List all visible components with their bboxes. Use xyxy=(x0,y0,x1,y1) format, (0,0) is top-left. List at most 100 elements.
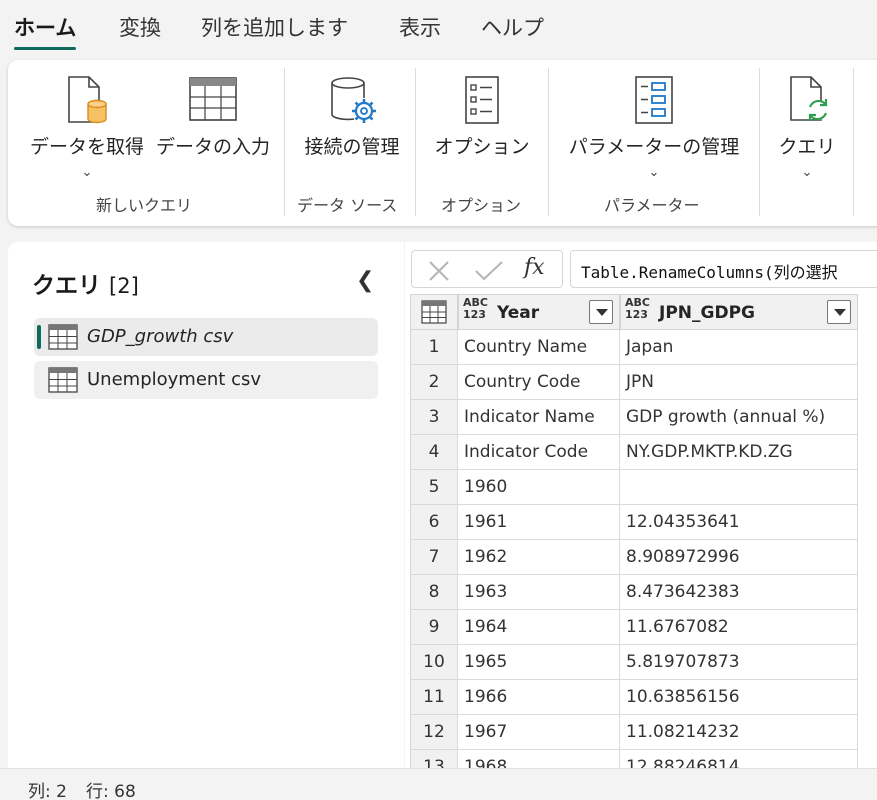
cell-jpn-gdpg[interactable]: 10.63856156 xyxy=(620,680,858,715)
row-number[interactable]: 2 xyxy=(410,365,458,400)
cell-jpn-gdpg[interactable]: 8.908972996 xyxy=(620,540,858,575)
column-header-label: Year xyxy=(497,303,540,323)
select-all-corner[interactable] xyxy=(410,294,458,330)
group-parameters: パラメーター xyxy=(604,196,700,215)
get-data-button[interactable]: データを取得 ⌄ xyxy=(22,74,152,180)
fx-icon[interactable]: fx xyxy=(524,255,545,280)
query-button[interactable]: クエリ ⌄ xyxy=(768,74,846,180)
cell-year[interactable]: 1966 xyxy=(458,680,620,715)
query-item-label: GDP_growth csv xyxy=(87,326,234,347)
options-button[interactable]: オプション xyxy=(426,74,538,159)
query-item-unemployment[interactable]: Unemployment csv xyxy=(34,361,378,399)
row-number[interactable]: 9 xyxy=(410,610,458,645)
cell-jpn-gdpg[interactable]: NY.GDP.MKTP.KD.ZG xyxy=(620,435,858,470)
cell-jpn-gdpg[interactable]: 12.88246814 xyxy=(620,750,858,768)
row-number[interactable]: 7 xyxy=(410,540,458,575)
type-badge-bottom: 123 xyxy=(625,308,648,321)
refresh-document-icon xyxy=(790,76,828,121)
row-number[interactable]: 11 xyxy=(410,680,458,715)
row-number[interactable]: 10 xyxy=(410,645,458,680)
manage-parameters-label: パラメーターの管理 xyxy=(568,136,740,158)
cancel-icon[interactable] xyxy=(428,260,450,282)
cell-year[interactable]: 1963 xyxy=(458,575,620,610)
column-header-year[interactable]: ABC 123 Year xyxy=(458,294,620,330)
chevron-down-icon[interactable]: ⌄ xyxy=(22,165,152,180)
collapse-pane-icon[interactable]: ❮ xyxy=(356,268,374,293)
row-number[interactable]: 13 xyxy=(410,750,458,768)
table-icon xyxy=(48,367,78,393)
type-any-icon[interactable]: ABC 123 xyxy=(625,297,650,321)
tab-add-column[interactable]: 列を追加します xyxy=(201,12,348,42)
query-label: クエリ xyxy=(778,136,836,158)
chevron-down-icon[interactable]: ⌄ xyxy=(558,165,750,180)
column-header-label: JPN_GDPG xyxy=(659,303,755,323)
database-gear-icon xyxy=(331,77,376,123)
cell-year[interactable]: Indicator Code xyxy=(458,435,620,470)
enter-data-label: データの入力 xyxy=(155,136,270,158)
ribbon-separator xyxy=(415,68,416,216)
cell-jpn-gdpg[interactable]: GDP growth (annual %) xyxy=(620,400,858,435)
get-data-icon xyxy=(68,76,107,124)
cell-jpn-gdpg[interactable]: JPN xyxy=(620,365,858,400)
column-filter-dropdown[interactable] xyxy=(589,300,613,324)
status-bar: 列: 2 行: 68 xyxy=(0,768,877,800)
row-number[interactable]: 4 xyxy=(410,435,458,470)
ribbon-separator xyxy=(759,68,760,216)
cell-year[interactable]: 1964 xyxy=(458,610,620,645)
row-number[interactable]: 5 xyxy=(410,470,458,505)
tab-transform[interactable]: 変換 xyxy=(119,12,161,42)
formula-buttons: fx xyxy=(411,250,563,288)
status-row-count: 行: 68 xyxy=(86,782,136,800)
queries-pane: クエリ [2] ❮ GDP_growth csv Unemployment cs… xyxy=(8,242,404,768)
row-number[interactable]: 6 xyxy=(410,505,458,540)
manage-parameters-button[interactable]: パラメーターの管理 ⌄ xyxy=(558,74,750,180)
cell-jpn-gdpg[interactable]: 11.08214232 xyxy=(620,715,858,750)
cell-year[interactable]: 1962 xyxy=(458,540,620,575)
cell-jpn-gdpg[interactable]: 5.819707873 xyxy=(620,645,858,680)
formula-input[interactable]: Table.RenameColumns(列の選択 xyxy=(570,250,877,288)
type-any-icon[interactable]: ABC 123 xyxy=(463,297,488,321)
cell-jpn-gdpg[interactable]: 8.473642383 xyxy=(620,575,858,610)
tab-home[interactable]: ホーム xyxy=(14,12,77,50)
cell-year[interactable]: Indicator Name xyxy=(458,400,620,435)
ribbon-separator xyxy=(548,68,549,216)
manage-connections-label: 接続の管理 xyxy=(304,136,400,158)
group-data-source: データ ソース xyxy=(297,196,398,215)
cell-jpn-gdpg[interactable]: Japan xyxy=(620,330,858,365)
row-number[interactable]: 1 xyxy=(410,330,458,365)
cell-year[interactable]: 1968 xyxy=(458,750,620,768)
ribbon-separator xyxy=(853,68,854,216)
selected-indicator xyxy=(37,325,41,349)
cell-year[interactable]: 1967 xyxy=(458,715,620,750)
column-header-jpn-gdpg[interactable]: ABC 123 JPN_GDPG xyxy=(620,294,858,330)
cell-jpn-gdpg[interactable]: 12.04353641 xyxy=(620,505,858,540)
queries-count: [2] xyxy=(109,274,139,298)
group-new-query: 新しいクエリ xyxy=(96,196,193,215)
data-pane: fx Table.RenameColumns(列の選択 ABC 123 Year … xyxy=(405,242,877,768)
tab-view[interactable]: 表示 xyxy=(399,12,441,42)
row-number[interactable]: 8 xyxy=(410,575,458,610)
row-number[interactable]: 3 xyxy=(410,400,458,435)
cell-year[interactable]: Country Code xyxy=(458,365,620,400)
group-options: オプション xyxy=(441,196,522,215)
get-data-label: データを取得 xyxy=(29,136,144,158)
cell-year[interactable]: Country Name xyxy=(458,330,620,365)
row-number[interactable]: 12 xyxy=(410,715,458,750)
cell-year[interactable]: 1965 xyxy=(458,645,620,680)
cell-year[interactable]: 1961 xyxy=(458,505,620,540)
status-column-count: 列: 2 xyxy=(28,782,67,800)
ribbon: データを取得 ⌄ データの入力 新しいクエリ 接続の管理 データ ソース オプシ… xyxy=(8,60,877,226)
tab-help[interactable]: ヘルプ xyxy=(481,12,544,42)
query-item-label: Unemployment csv xyxy=(87,369,262,390)
formula-text: Table.RenameColumns(列の選択 xyxy=(581,263,838,282)
chevron-down-icon[interactable]: ⌄ xyxy=(768,165,846,180)
enter-data-button[interactable]: データの入力 xyxy=(148,74,278,159)
cell-jpn-gdpg[interactable] xyxy=(620,470,858,505)
cell-year[interactable]: 1960 xyxy=(458,470,620,505)
table-icon xyxy=(48,324,78,350)
cell-jpn-gdpg[interactable]: 11.6767082 xyxy=(620,610,858,645)
confirm-icon[interactable] xyxy=(474,260,504,282)
manage-connections-button[interactable]: 接続の管理 xyxy=(294,74,410,159)
query-item-gdp-growth[interactable]: GDP_growth csv xyxy=(34,318,378,356)
column-filter-dropdown[interactable] xyxy=(827,300,851,324)
